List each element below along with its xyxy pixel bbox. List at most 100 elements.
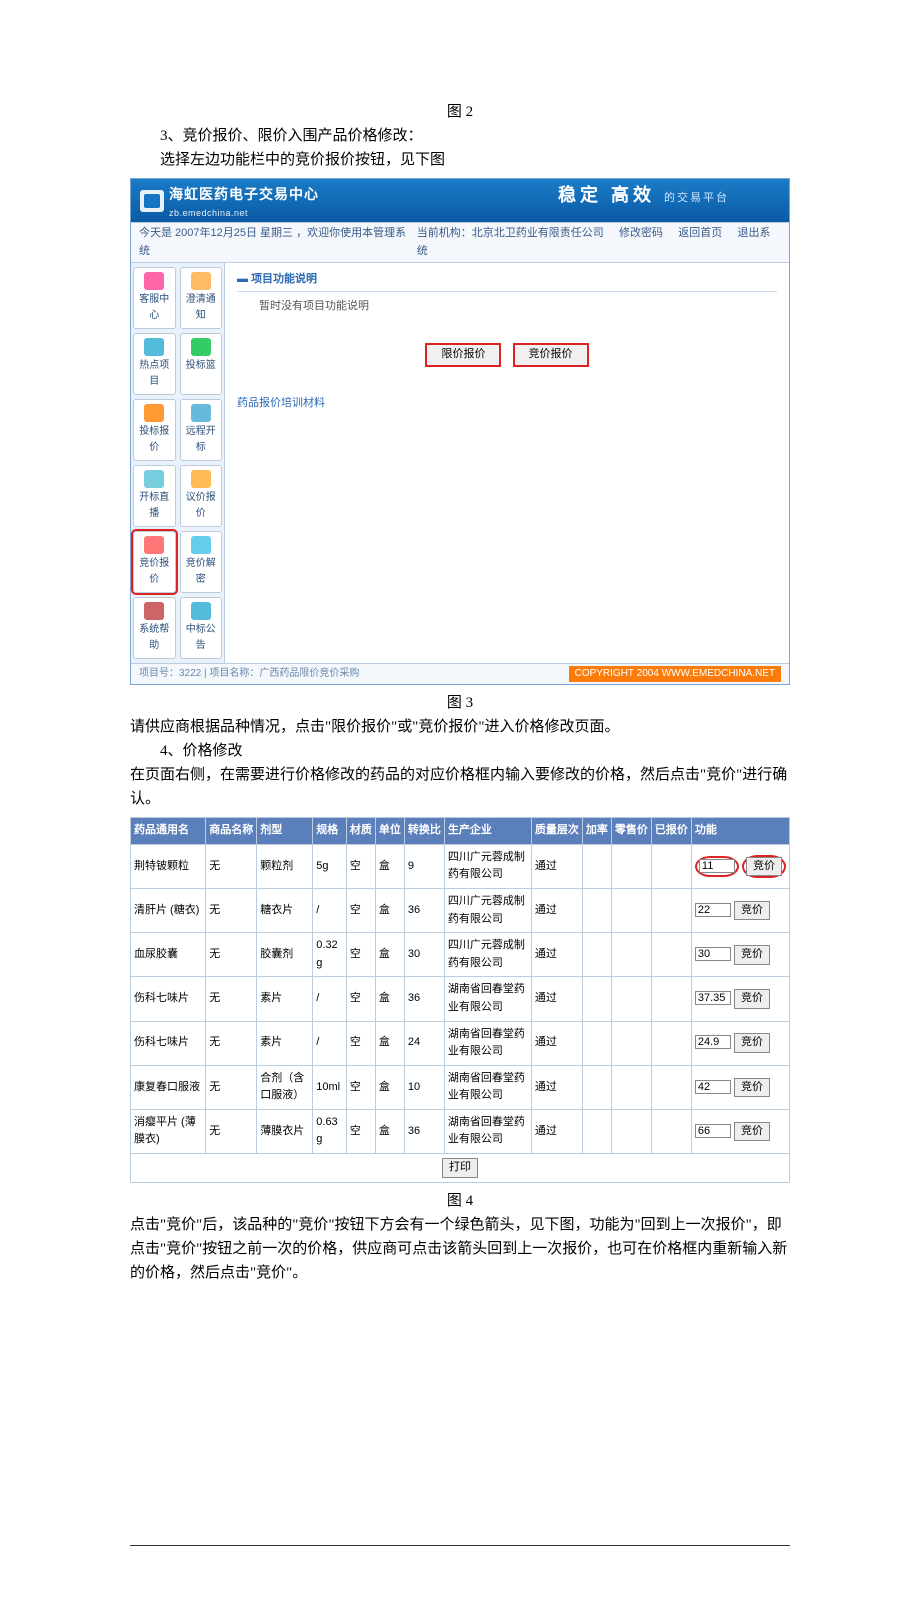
page-rule — [130, 1545, 790, 1546]
sidebar-item-label: 竞价解密 — [186, 558, 216, 585]
limit-quote-button[interactable]: 限价报价 — [425, 343, 501, 367]
cell — [611, 1109, 651, 1153]
cell — [651, 1021, 691, 1065]
cell: 空 — [346, 933, 375, 977]
cell: 空 — [346, 977, 375, 1021]
sidebar-item-8[interactable]: 竞价报价 — [133, 531, 176, 593]
col-header: 加率 — [582, 818, 611, 845]
cell: 空 — [346, 1109, 375, 1153]
app-screenshot-1: 海虹医药电子交易中心 zb.emedchina.net 稳定 高效 的交易平台 … — [130, 178, 790, 685]
table-row: 荆特铍颗粒无颗粒剂5g空盒9四川广元蓉成制药有限公司通过 竞价 — [131, 844, 790, 888]
col-header: 生产企业 — [444, 818, 531, 845]
bid-button[interactable]: 竞价 — [734, 945, 770, 965]
sidebar-item-label: 热点项目 — [139, 360, 169, 387]
cell: 清肝片 (糖衣) — [131, 888, 206, 932]
sidebar-item-0[interactable]: 客服中心 — [133, 267, 176, 329]
cell: 30 — [404, 933, 444, 977]
cell: 血尿胶囊 — [131, 933, 206, 977]
action-cell: 竞价 — [691, 1065, 789, 1109]
cell: 盒 — [375, 933, 404, 977]
table-row: 血尿胶囊无胶囊剂0.32 g空盒30四川广元蓉成制药有限公司通过 竞价 — [131, 933, 790, 977]
bid-quote-button[interactable]: 竞价报价 — [513, 343, 589, 367]
bid-button[interactable]: 竞价 — [734, 901, 770, 921]
sidebar-item-11[interactable]: 中标公告 — [180, 597, 223, 659]
after-paragraph: 点击"竞价"后，该品种的"竞价"按钮下方会有一个绿色箭头，见下图，功能为"回到上… — [130, 1213, 790, 1285]
cell — [651, 933, 691, 977]
print-button[interactable]: 打印 — [442, 1158, 478, 1178]
cell: 0.63 g — [313, 1109, 347, 1153]
price-table-screenshot: 药品通用名商品名称剂型规格材质单位转换比生产企业质量层次加率零售价已报价功能 荆… — [130, 817, 790, 1183]
figure-4-label: 图 4 — [130, 1189, 790, 1213]
col-header: 药品通用名 — [131, 818, 206, 845]
cell — [651, 888, 691, 932]
cell: 无 — [206, 1109, 257, 1153]
cell — [611, 844, 651, 888]
cell: 盒 — [375, 1021, 404, 1065]
cell: 消瘿平片 (薄膜衣) — [131, 1109, 206, 1153]
col-header: 质量层次 — [531, 818, 582, 845]
link-home[interactable]: 返回首页 — [678, 227, 722, 239]
price-input[interactable] — [695, 991, 731, 1005]
sidebar-icon — [144, 602, 164, 620]
sidebar-item-3[interactable]: 投标篮 — [180, 333, 223, 395]
org-label: 当前机构：北京北卫药业有限责任公司 — [417, 227, 604, 239]
cell — [582, 933, 611, 977]
banner-text: 稳定 高效 的交易平台 — [558, 181, 729, 210]
cell: 24 — [404, 1021, 444, 1065]
cell: 素片 — [257, 1021, 313, 1065]
cell: 无 — [206, 933, 257, 977]
cell: 薄膜衣片 — [257, 1109, 313, 1153]
cell — [651, 1065, 691, 1109]
cell: 康复春口服液 — [131, 1065, 206, 1109]
action-cell: 竞价 — [691, 844, 789, 888]
sidebar-item-6[interactable]: 开标直播 — [133, 465, 176, 527]
price-input[interactable] — [699, 859, 735, 873]
table-row: 消瘿平片 (薄膜衣)无薄膜衣片0.63 g空盒36湖南省回春堂药业有限公司通过 … — [131, 1109, 790, 1153]
cell: 通过 — [531, 844, 582, 888]
cell — [651, 1109, 691, 1153]
sidebar-item-label: 中标公告 — [186, 624, 216, 651]
bid-button[interactable]: 竞价 — [734, 989, 770, 1009]
price-input[interactable] — [695, 1080, 731, 1094]
cell: 空 — [346, 1021, 375, 1065]
bid-button[interactable]: 竞价 — [746, 857, 782, 877]
cell: 10ml — [313, 1065, 347, 1109]
cell — [611, 977, 651, 1021]
date-line: 今天是 2007年12月25日 星期三 ，欢迎你使用本管理系统 — [139, 225, 417, 260]
sidebar-item-5[interactable]: 远程开标 — [180, 399, 223, 461]
sidebar-item-2[interactable]: 热点项目 — [133, 333, 176, 395]
cell: 盒 — [375, 844, 404, 888]
bid-button[interactable]: 竞价 — [734, 1122, 770, 1142]
col-header: 材质 — [346, 818, 375, 845]
cell: 0.32 g — [313, 933, 347, 977]
sidebar-item-4[interactable]: 投标报价 — [133, 399, 176, 461]
price-input[interactable] — [695, 947, 731, 961]
cell: 无 — [206, 844, 257, 888]
col-header: 规格 — [313, 818, 347, 845]
footer-copyright: COPYRIGHT 2004 WWW.EMEDCHINA.NET — [569, 666, 781, 682]
bid-button[interactable]: 竞价 — [734, 1078, 770, 1098]
cell: 湖南省回春堂药业有限公司 — [444, 977, 531, 1021]
cell: 伤科七味片 — [131, 977, 206, 1021]
cell: 10 — [404, 1065, 444, 1109]
cell: 颗粒剂 — [257, 844, 313, 888]
price-input[interactable] — [695, 1124, 731, 1138]
sidebar-item-label: 投标篮 — [186, 360, 216, 371]
status-bar: 今天是 2007年12月25日 星期三 ，欢迎你使用本管理系统 当前机构：北京北… — [131, 222, 789, 263]
bid-button[interactable]: 竞价 — [734, 1033, 770, 1053]
action-cell: 竞价 — [691, 1021, 789, 1065]
main-panel: ▬ 项目功能说明 暂时没有项目功能说明 限价报价 竞价报价 药品报价培训材料 — [225, 263, 789, 663]
sidebar-item-label: 远程开标 — [186, 426, 216, 453]
price-input[interactable] — [695, 1035, 731, 1049]
price-input[interactable] — [695, 903, 731, 917]
sidebar-item-10[interactable]: 系统帮助 — [133, 597, 176, 659]
sidebar-icon — [191, 602, 211, 620]
sidebar-item-7[interactable]: 议价报价 — [180, 465, 223, 527]
cell — [582, 977, 611, 1021]
training-link[interactable]: 药品报价培训材料 — [237, 395, 777, 413]
col-header: 功能 — [691, 818, 789, 845]
sidebar-item-9[interactable]: 竞价解密 — [180, 531, 223, 593]
cell: 荆特铍颗粒 — [131, 844, 206, 888]
sidebar-item-1[interactable]: 澄清通知 — [180, 267, 223, 329]
link-change-pwd[interactable]: 修改密码 — [619, 227, 663, 239]
